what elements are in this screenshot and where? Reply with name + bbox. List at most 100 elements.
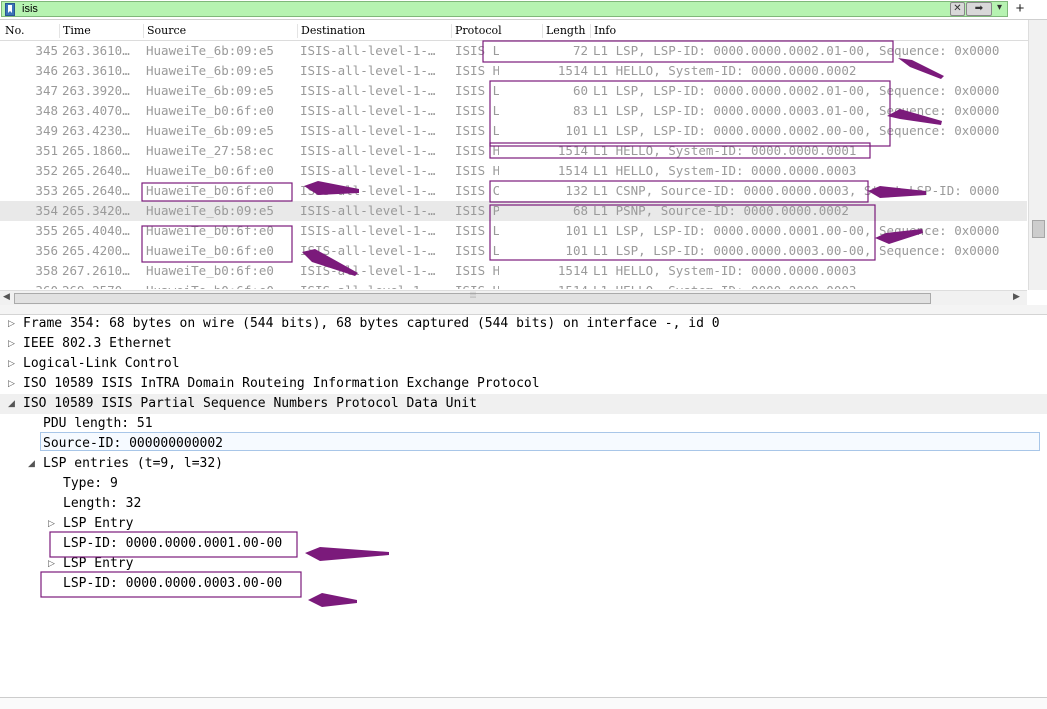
packet-details-tree: ▷ Frame 354: 68 bytes on wire (544 bits)… [0, 314, 1047, 694]
packet-info: L1 LSP, LSP-ID: 0000.0000.0002.00-00, Se… [593, 123, 1000, 138]
tree-item-type[interactable]: Type: 9 [0, 474, 1047, 494]
tree-item-frame[interactable]: ▷ Frame 354: 68 bytes on wire (544 bits)… [0, 314, 1047, 334]
tree-item-lsp-entry[interactable]: ▷ LSP Entry [0, 514, 1047, 534]
packet-row[interactable]: 345 263.3610… HuaweiTe_6b:09:e5 ISIS-all… [0, 41, 1027, 61]
tree-item-label: Frame 354: 68 bytes on wire (544 bits), … [23, 316, 720, 331]
column-header-no[interactable]: No. [2, 24, 57, 38]
packet-bytes-pane-edge [0, 697, 1047, 709]
packet-row[interactable]: 346 263.3610… HuaweiTe_6b:09:e5 ISIS-all… [0, 61, 1027, 81]
tree-item-psnp[interactable]: ◢ ISO 10589 ISIS Partial Sequence Number… [0, 394, 1047, 414]
packet-info: L1 CSNP, Source-ID: 0000.0000.0003, Star… [593, 183, 1000, 198]
packet-list-vertical-scrollbar[interactable] [1028, 20, 1047, 290]
packet-length: 1514 [557, 263, 588, 278]
column-header-protocol[interactable]: Protocol [451, 24, 542, 38]
packet-destination: ISIS-all-level-1-… [300, 123, 436, 138]
tree-item-lsp-entries[interactable]: ◢ LSP entries (t=9, l=32) [0, 454, 1047, 474]
packet-no: 358 [35, 263, 58, 278]
expand-arrow-icon[interactable]: ▷ [8, 354, 15, 374]
packet-row[interactable]: 358 267.2610… HuaweiTe_b0:6f:e0 ISIS-all… [0, 261, 1027, 281]
packet-row[interactable]: 347 263.3920… HuaweiTe_6b:09:e5 ISIS-all… [0, 81, 1027, 101]
tree-item-source-id[interactable]: Source-ID: 000000000002 [0, 434, 1047, 454]
column-header-length[interactable]: Length [542, 24, 590, 38]
packet-time: 269.2570… [62, 281, 142, 289]
collapse-arrow-icon[interactable]: ◢ [8, 394, 15, 414]
packet-source: HuaweiTe_6b:09:e5 [146, 123, 274, 138]
filter-history-dropdown[interactable]: ▾ [993, 2, 1006, 14]
packet-destination: ISIS-all-level-1-… [300, 163, 436, 178]
packet-row[interactable]: 351 265.1860… HuaweiTe_27:58:ec ISIS-all… [0, 141, 1027, 161]
packet-protocol: ISIS HELLO [455, 281, 499, 289]
apply-filter-button[interactable]: ➡ [966, 2, 992, 16]
packet-row[interactable]: 360 269.2570… HuaweiTe_b0:6f:e0 ISIS-all… [0, 281, 1027, 289]
packet-list-header: No. Time Source Destination Protocol Len… [0, 20, 1047, 41]
column-header-info[interactable]: Info [590, 24, 1024, 38]
packet-no: 351 [35, 143, 58, 158]
packet-info: L1 HELLO, System-ID: 0000.0000.0001 [593, 143, 857, 158]
clear-filter-button[interactable]: ✕ [950, 2, 965, 16]
packet-info: L1 LSP, LSP-ID: 0000.0000.0002.01-00, Se… [593, 83, 1000, 98]
plus-icon: + [1015, 0, 1025, 17]
packet-list-horizontal-scrollbar[interactable]: ◀ ⦙⦙⦙ ▶ [0, 290, 1027, 305]
tree-item-label: Length: 32 [63, 496, 142, 511]
packet-source: HuaweiTe_27:58:ec [146, 143, 274, 158]
packet-row[interactable]: 356 265.4200… HuaweiTe_b0:6f:e0 ISIS-all… [0, 241, 1027, 261]
packet-source: HuaweiTe_b0:6f:e0 [146, 243, 274, 258]
packet-source: HuaweiTe_b0:6f:e0 [146, 183, 274, 198]
packet-length: 72 [572, 43, 588, 58]
packet-source: HuaweiTe_6b:09:e5 [146, 43, 274, 58]
tree-item-lsp-id[interactable]: LSP-ID: 0000.0000.0001.00-00 [0, 534, 1047, 554]
packet-length: 60 [572, 83, 588, 98]
chevron-down-icon: ▾ [996, 2, 1003, 13]
packet-row[interactable]: 353 265.2640… HuaweiTe_b0:6f:e0 ISIS-all… [0, 181, 1027, 201]
column-header-destination[interactable]: Destination [297, 24, 451, 38]
expand-arrow-icon[interactable]: ▷ [8, 374, 15, 394]
packet-time: 263.4230… [62, 123, 130, 138]
packet-row[interactable]: 349 263.4230… HuaweiTe_6b:09:e5 ISIS-all… [0, 121, 1027, 141]
tree-item-pdu-length[interactable]: PDU length: 51 [0, 414, 1047, 434]
packet-protocol: ISIS LSP [455, 243, 499, 258]
tree-item-ethernet[interactable]: ▷ IEEE 802.3 Ethernet [0, 334, 1047, 354]
tree-item-llc[interactable]: ▷ Logical-Link Control [0, 354, 1047, 374]
expand-arrow-icon[interactable]: ▷ [48, 554, 55, 574]
tree-item-lsp-entry[interactable]: ▷ LSP Entry [0, 554, 1047, 574]
packet-length: 1514 [557, 163, 588, 178]
packet-row[interactable]: 352 265.2640… HuaweiTe_b0:6f:e0 ISIS-all… [0, 161, 1027, 181]
tree-item-isis[interactable]: ▷ ISO 10589 ISIS InTRA Domain Routeing I… [0, 374, 1047, 394]
packet-source: HuaweiTe_6b:09:e5 [146, 63, 274, 78]
packet-row[interactable]: 355 265.4040… HuaweiTe_b0:6f:e0 ISIS-all… [0, 221, 1027, 241]
display-filter-input[interactable] [22, 2, 922, 16]
packet-row-selected[interactable]: 354 265.3420… HuaweiTe_6b:09:e5 ISIS-all… [0, 201, 1027, 221]
packet-destination: ISIS-all-level-1-… [300, 43, 436, 58]
collapse-arrow-icon[interactable]: ◢ [28, 454, 35, 474]
packet-time: 265.3420… [62, 203, 130, 218]
tree-item-label: Type: 9 [63, 476, 118, 491]
scroll-left-icon[interactable]: ◀ [3, 292, 10, 302]
packet-destination: ISIS-all-level-1-… [300, 223, 436, 238]
tree-item-label: Source-ID: 000000000002 [43, 436, 224, 451]
packet-length: 1514 [546, 281, 588, 289]
bookmark-icon[interactable] [5, 3, 15, 16]
column-header-time[interactable]: Time [59, 24, 143, 38]
packet-protocol: ISIS HELLO [455, 163, 499, 178]
packet-destination: ISIS-all-level-1-… [300, 203, 436, 218]
packet-time: 263.3610… [62, 63, 130, 78]
packet-row[interactable]: 348 263.4070… HuaweiTe_b0:6f:e0 ISIS-all… [0, 101, 1027, 121]
column-header-source[interactable]: Source [143, 24, 297, 38]
packet-time: 265.2640… [62, 163, 130, 178]
scroll-right-icon[interactable]: ▶ [1013, 292, 1020, 302]
packet-source: HuaweiTe_b0:6f:e0 [146, 281, 296, 289]
expand-arrow-icon[interactable]: ▷ [48, 514, 55, 534]
vertical-scroll-thumb[interactable] [1032, 220, 1045, 238]
add-filter-button[interactable]: + [1012, 0, 1028, 18]
packet-length: 132 [565, 183, 588, 198]
expand-arrow-icon[interactable]: ▷ [8, 314, 15, 334]
packet-info: L1 LSP, LSP-ID: 0000.0000.0002.01-00, Se… [593, 43, 1000, 58]
expand-arrow-icon[interactable]: ▷ [8, 334, 15, 354]
display-filter-box[interactable] [1, 1, 1008, 17]
tree-item-lsp-id[interactable]: LSP-ID: 0000.0000.0003.00-00 [0, 574, 1047, 594]
packet-list: 345 263.3610… HuaweiTe_6b:09:e5 ISIS-all… [0, 41, 1027, 289]
packet-no: 348 [35, 103, 58, 118]
tree-item-length[interactable]: Length: 32 [0, 494, 1047, 514]
packet-protocol: ISIS HELLO [455, 263, 499, 278]
packet-destination: ISIS-all-level-1-… [300, 103, 436, 118]
